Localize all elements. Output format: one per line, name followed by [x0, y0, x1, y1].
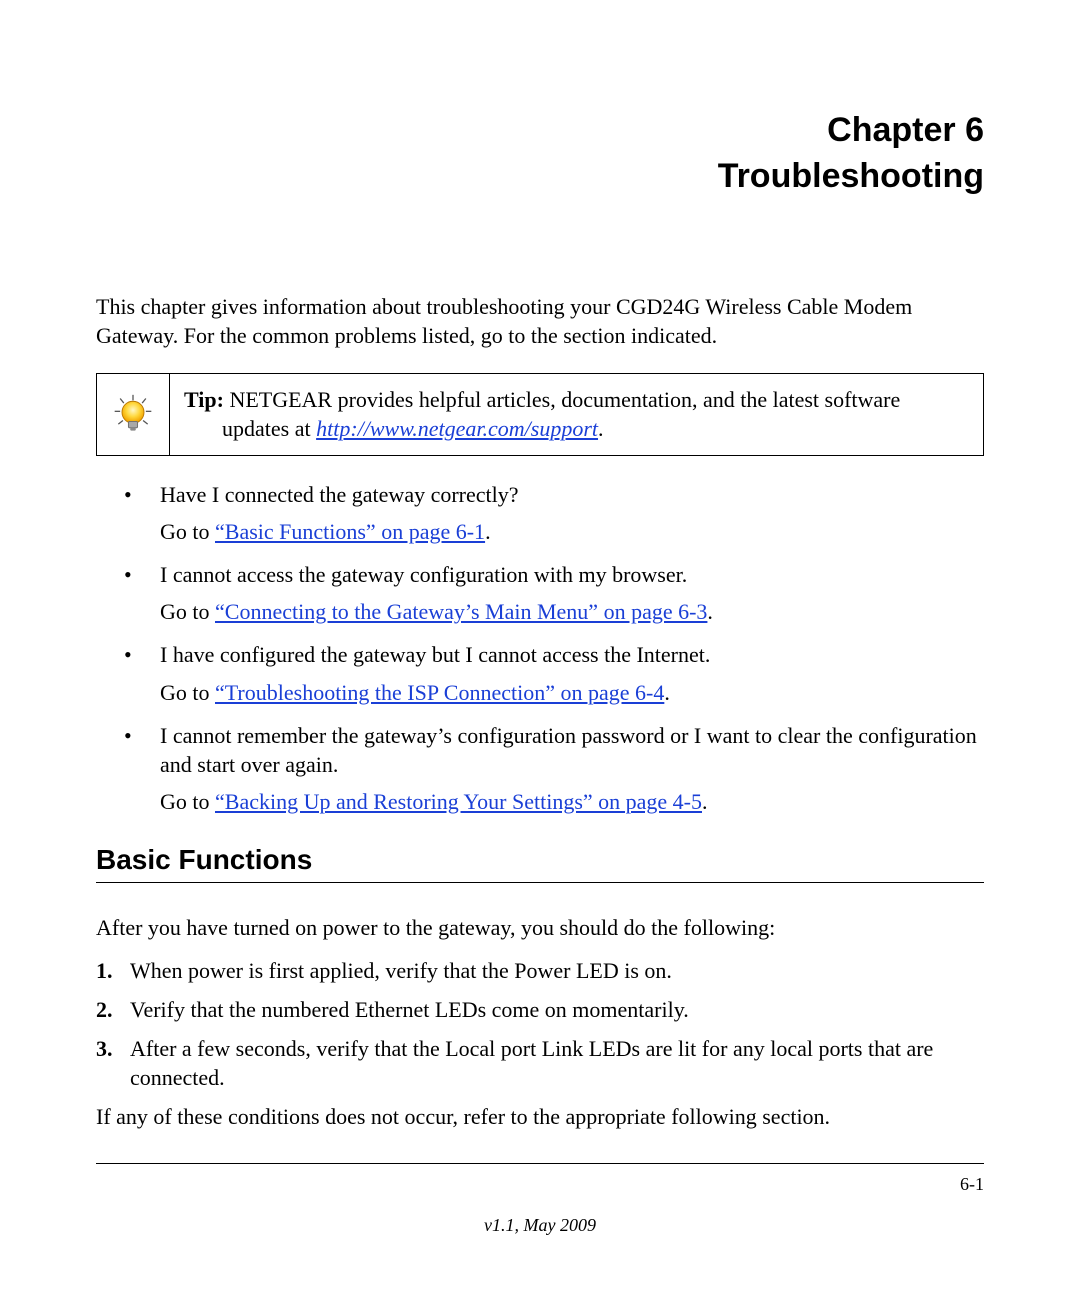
steps-list: When power is first applied, verify that… — [96, 956, 984, 1092]
tip-label: Tip: — [184, 387, 224, 412]
goto-suffix: . — [485, 519, 491, 544]
chapter-heading: Chapter 6 Troubleshooting — [96, 108, 984, 200]
tip-text-line1: NETGEAR provides helpful articles, docum… — [224, 387, 900, 412]
question-item: I cannot remember the gateway’s configur… — [96, 721, 984, 816]
page-footer: 6-1 v1.1, May 2009 — [96, 1163, 984, 1236]
section-intro: After you have turned on power to the ga… — [96, 913, 984, 942]
xref-link-isp-connection[interactable]: “Troubleshooting the ISP Connection” on … — [215, 680, 664, 705]
section-outro: If any of these conditions does not occu… — [96, 1102, 984, 1131]
section-heading-basic-functions: Basic Functions — [96, 844, 984, 883]
chapter-title: Troubleshooting — [718, 157, 984, 195]
question-text: I cannot access the gateway configuratio… — [160, 562, 687, 587]
tip-text-line2-prefix: updates at — [222, 416, 316, 441]
questions-list: Have I connected the gateway correctly? … — [96, 480, 984, 815]
tip-support-link[interactable]: http://www.netgear.com/support — [316, 416, 598, 441]
goto-suffix: . — [664, 680, 670, 705]
chapter-number: Chapter 6 — [827, 111, 984, 149]
step-item: Verify that the numbered Ethernet LEDs c… — [96, 995, 984, 1024]
goto-prefix: Go to — [160, 680, 215, 705]
goto-prefix: Go to — [160, 599, 215, 624]
document-page: Chapter 6 Troubleshooting This chapter g… — [0, 0, 1080, 1296]
tip-box: Tip: NETGEAR provides helpful articles, … — [96, 373, 984, 456]
goto-prefix: Go to — [160, 789, 215, 814]
question-text: I have configured the gateway but I cann… — [160, 642, 710, 667]
xref-link-backup-restore[interactable]: “Backing Up and Restoring Your Settings”… — [215, 789, 702, 814]
intro-paragraph: This chapter gives information about tro… — [96, 292, 984, 351]
xref-link-basic-functions[interactable]: “Basic Functions” on page 6-1 — [215, 519, 485, 544]
question-item: I cannot access the gateway configuratio… — [96, 560, 984, 626]
goto-suffix: . — [707, 599, 713, 624]
step-item: When power is first applied, verify that… — [96, 956, 984, 985]
tip-icon-cell — [97, 374, 170, 455]
lightbulb-icon — [111, 393, 155, 437]
question-text: Have I connected the gateway correctly? — [160, 482, 519, 507]
question-item: Have I connected the gateway correctly? … — [96, 480, 984, 546]
tip-text: Tip: NETGEAR provides helpful articles, … — [170, 374, 983, 455]
question-item: I have configured the gateway but I cann… — [96, 640, 984, 706]
page-number: 6-1 — [96, 1174, 984, 1195]
tip-text-line2-suffix: . — [598, 416, 604, 441]
doc-version: v1.1, May 2009 — [96, 1215, 984, 1236]
goto-suffix: . — [702, 789, 708, 814]
step-item: After a few seconds, verify that the Loc… — [96, 1034, 984, 1092]
goto-prefix: Go to — [160, 519, 215, 544]
xref-link-main-menu[interactable]: “Connecting to the Gateway’s Main Menu” … — [215, 599, 707, 624]
question-text: I cannot remember the gateway’s configur… — [160, 723, 977, 777]
